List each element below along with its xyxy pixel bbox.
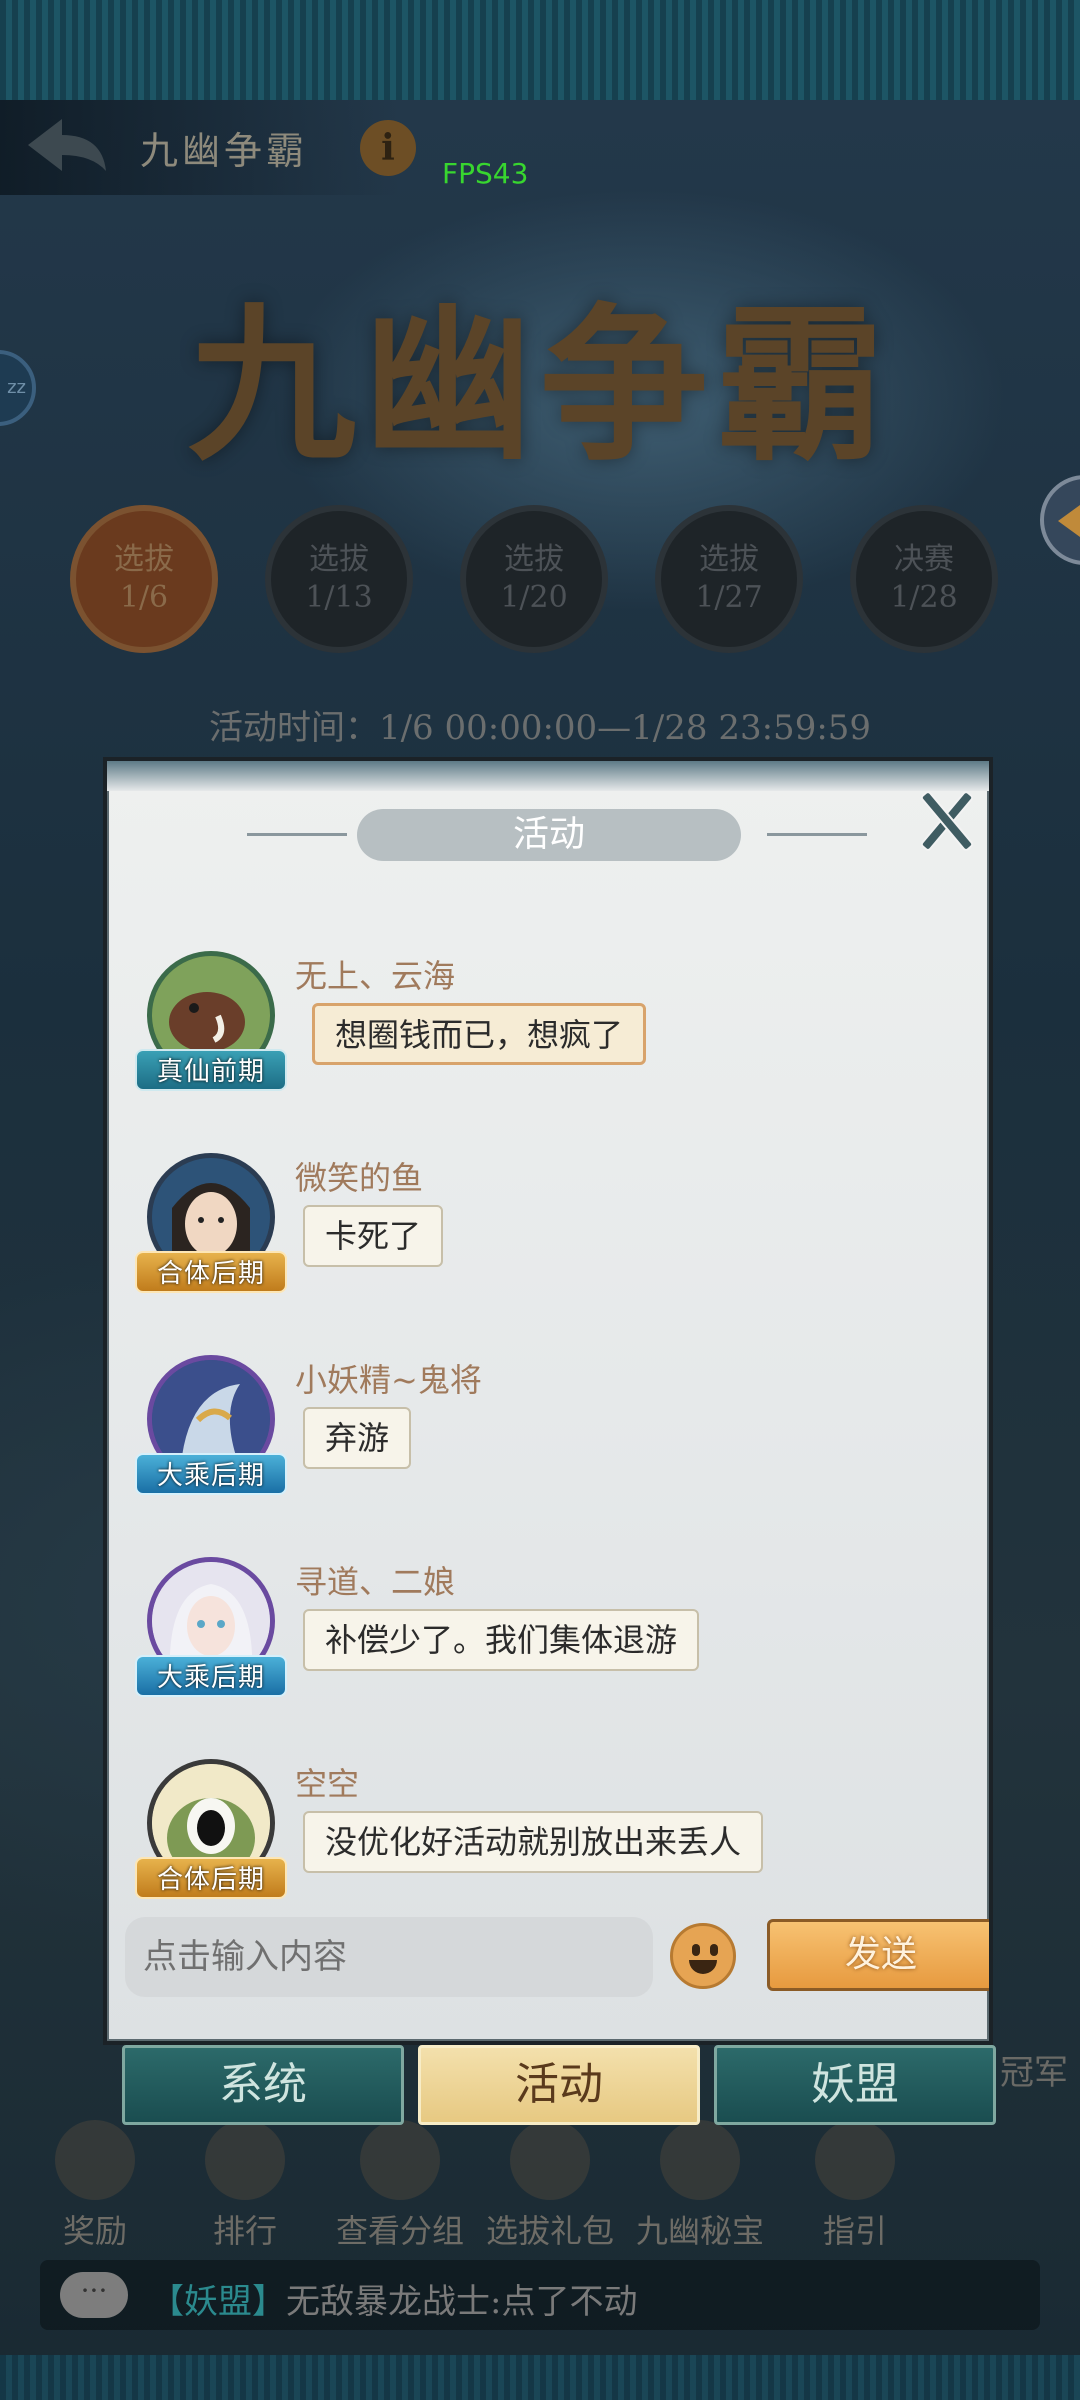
action-label: 排行 [212, 2212, 277, 2250]
bottom-strip [0, 2355, 1080, 2400]
guide-button[interactable]: 指引 [800, 2120, 910, 2252]
title-divider-left [247, 833, 347, 836]
ranking-icon [205, 2120, 285, 2200]
emoji-eye [692, 1944, 700, 1956]
stage-date: 1/28 [890, 580, 958, 615]
send-button[interactable]: 发送 [767, 1919, 989, 1991]
stage-name: 选拔 [504, 542, 564, 577]
guide-icon [815, 2120, 895, 2200]
ticker-text: 无敌暴龙战士:点了不动 [286, 2282, 638, 2322]
title-divider-right [767, 833, 867, 836]
info-icon[interactable]: i [360, 120, 416, 176]
action-label: 九幽秘宝 [635, 2212, 764, 2250]
chat-message: 真仙前期 无上、云海 想圈钱而已，想疯了 [107, 941, 987, 1131]
modal-title: 活动 [357, 809, 741, 861]
activity-time: 活动时间：1/6 00:00:00—1/28 23:59:59 [208, 708, 872, 748]
sender-name[interactable]: 微笑的鱼 [295, 1153, 423, 1199]
stage-item[interactable]: 选拔 1/13 [265, 505, 413, 653]
action-label: 选拔礼包 [485, 2212, 614, 2250]
stage-item[interactable]: 选拔 1/20 [460, 505, 608, 653]
action-row: 奖励 排行 查看分组 选拔礼包 九幽秘宝 指引 [40, 2120, 1040, 2250]
stage-date: 1/27 [695, 580, 763, 615]
message-bubble[interactable]: 弃游 [303, 1407, 412, 1469]
stage-name: 选拔 [699, 542, 759, 577]
treasure-icon [660, 2120, 740, 2200]
tab-alliance[interactable]: 妖盟 [714, 2045, 996, 2125]
stage-name: 决赛 [894, 542, 954, 577]
chat-bubble-icon: ··· [60, 2272, 128, 2318]
ranking-button[interactable]: 排行 [190, 2120, 300, 2252]
chat-message: 大乘后期 寻道、二娘 补偿少了。我们集体退游 [107, 1547, 987, 1737]
stage-name: 选拔 [309, 542, 369, 577]
chat-input-row: 发送 [125, 1917, 989, 1997]
sender-name[interactable]: 小妖精~鬼将 [295, 1355, 482, 1401]
sender-name[interactable]: 无上、云海 [295, 951, 455, 997]
chat-modal: 活动 真仙前期 无上、云海 想圈钱而已，想疯了 合体后期 微笑的鱼 卡死了 大乘… [103, 757, 993, 2045]
action-label: 指引 [822, 2212, 887, 2250]
message-bubble[interactable]: 没优化好活动就别放出来丢人 [303, 1811, 764, 1873]
realm-badge: 合体后期 [135, 1857, 287, 1899]
status-strip [0, 0, 1080, 100]
chat-message: 合体后期 空空 没优化好活动就别放出来丢人 [107, 1749, 987, 1939]
emoji-icon[interactable] [670, 1923, 736, 1989]
stage-list: 选拔 1/6 选拔 1/13 选拔 1/20 选拔 1/27 决赛 1/28 [70, 505, 1010, 653]
realm-badge: 大乘后期 [135, 1453, 287, 1495]
modal-top-band [107, 761, 989, 791]
event-banner-title: 九幽争霸 [188, 286, 892, 484]
stage-name: 选拔 [114, 542, 174, 577]
screen-title: 九幽争霸 [140, 129, 309, 173]
message-bubble[interactable]: 卡死了 [303, 1205, 444, 1267]
stage-item[interactable]: 选拔 1/27 [655, 505, 803, 653]
sender-name[interactable]: 寻道、二娘 [295, 1557, 455, 1603]
sender-name[interactable]: 空空 [295, 1759, 359, 1805]
chat-ticker[interactable]: ··· 【妖盟】无敌暴龙战士:点了不动 [40, 2260, 1040, 2330]
tab-activity[interactable]: 活动 [418, 2045, 700, 2125]
message-bubble[interactable]: 想圈钱而已，想疯了 [312, 1003, 647, 1065]
emoji-eye [710, 1944, 718, 1956]
stage-date: 1/20 [500, 580, 568, 615]
stage-item[interactable]: 选拔 1/6 [70, 505, 218, 653]
treasure-button[interactable]: 九幽秘宝 [630, 2120, 770, 2252]
action-label: 奖励 [62, 2212, 127, 2250]
group-button[interactable]: 查看分组 [330, 2120, 470, 2252]
ticker-message: 【妖盟】无敌暴龙战士:点了不动 [150, 2274, 637, 2323]
back-arrow-icon[interactable] [22, 115, 112, 175]
message-bubble[interactable]: 补偿少了。我们集体退游 [303, 1609, 700, 1671]
stage-item[interactable]: 决赛 1/28 [850, 505, 998, 653]
chat-message: 大乘后期 小妖精~鬼将 弃游 [107, 1345, 987, 1535]
reward-icon [55, 2120, 135, 2200]
realm-badge: 合体后期 [135, 1251, 287, 1293]
stage-date: 1/6 [119, 580, 169, 615]
chat-message: 合体后期 微笑的鱼 卡死了 [107, 1143, 987, 1333]
close-icon[interactable] [909, 783, 979, 853]
emoji-mouth [689, 1960, 717, 1974]
realm-badge: 大乘后期 [135, 1655, 287, 1697]
gift-icon [510, 2120, 590, 2200]
stage-date: 1/13 [305, 580, 373, 615]
realm-badge: 真仙前期 [135, 1049, 287, 1091]
champion-label: 冠军 [1000, 2053, 1068, 2093]
ticker-channel: 【妖盟】 [150, 2282, 286, 2322]
fps-counter: FPS43 [442, 157, 529, 190]
action-label: 查看分组 [335, 2212, 464, 2250]
reward-button[interactable]: 奖励 [40, 2120, 150, 2252]
tab-system[interactable]: 系统 [122, 2045, 404, 2125]
gift-button[interactable]: 选拔礼包 [480, 2120, 620, 2252]
chat-input[interactable] [125, 1917, 653, 1997]
group-icon [360, 2120, 440, 2200]
